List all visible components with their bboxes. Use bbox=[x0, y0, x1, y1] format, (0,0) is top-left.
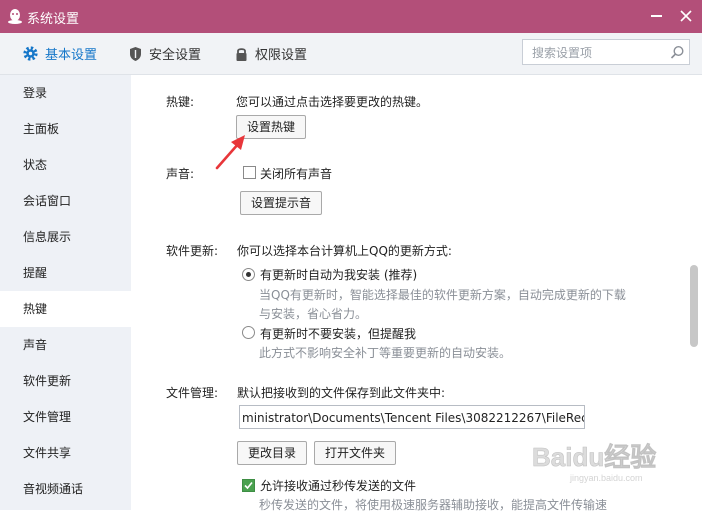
close-button[interactable] bbox=[677, 7, 695, 25]
sound-section-label: 声音: bbox=[166, 167, 195, 181]
auto-update-desc-line2: 与安装，省心省力。 bbox=[259, 307, 368, 321]
sidebar-item-info-display[interactable]: 信息展示 bbox=[0, 219, 131, 255]
sidebar-item-reminders[interactable]: 提醒 bbox=[0, 255, 131, 291]
file-management-description: 默认把接收到的文件保存到此文件夹中: bbox=[237, 386, 446, 400]
sidebar-item-status[interactable]: 状态 bbox=[0, 147, 131, 183]
notify-update-label: 有更新时不要安装，但提醒我 bbox=[260, 327, 417, 341]
mute-all-label: 关闭所有声音 bbox=[260, 167, 333, 181]
change-directory-button[interactable]: 更改目录 bbox=[237, 441, 308, 465]
minimize-button[interactable] bbox=[651, 15, 662, 17]
sidebar-item-sound[interactable]: 声音 bbox=[0, 327, 131, 363]
sidebar-item-software-update[interactable]: 软件更新 bbox=[0, 363, 131, 399]
sidebar-item-label: 文件管理 bbox=[23, 410, 72, 424]
hotkey-section-label: 热键: bbox=[166, 95, 195, 109]
sidebar-item-label: 提醒 bbox=[23, 266, 48, 280]
hotkey-description: 您可以通过点击选择要更改的热键。 bbox=[236, 95, 429, 109]
notify-update-radio[interactable] bbox=[242, 326, 255, 339]
file-management-section-label: 文件管理: bbox=[166, 386, 219, 400]
tab-basic-settings[interactable]: 基本设置 bbox=[22, 33, 97, 74]
tab-label: 基本设置 bbox=[45, 48, 98, 63]
tab-permission-settings[interactable]: 权限设置 bbox=[234, 33, 307, 74]
sidebar-item-main-panel[interactable]: 主面板 bbox=[0, 111, 131, 147]
baidu-jingyan-watermark: Baidu经验 jingyan.baidu.com bbox=[532, 442, 657, 483]
allow-fast-transfer-checkbox[interactable] bbox=[242, 479, 255, 492]
sidebar-item-label: 会话窗口 bbox=[23, 194, 72, 208]
tab-label: 权限设置 bbox=[255, 48, 308, 63]
sidebar-item-label: 主面板 bbox=[23, 122, 60, 136]
settings-tabs-bar: 基本设置 安全设置 权限设置 bbox=[0, 33, 702, 75]
settings-search-box[interactable] bbox=[522, 39, 690, 65]
sidebar-item-label: 信息展示 bbox=[23, 230, 72, 244]
sidebar-item-label: 热键 bbox=[23, 302, 48, 316]
auto-update-desc-line1: 当QQ有更新时，智能选择最佳的软件更新方案，自动完成更新的下载 bbox=[259, 288, 626, 302]
settings-sidebar: 登录 主面板 状态 会话窗口 信息展示 提醒 热键 声音 软件更新 文件管理 文… bbox=[0, 75, 131, 510]
notify-update-desc: 此方式不影响安全补丁等重要更新的自动安装。 bbox=[259, 346, 512, 360]
content-scrollbar[interactable] bbox=[687, 75, 702, 510]
title-bar: 系统设置 bbox=[0, 0, 702, 33]
watermark-text: Baidu经验 bbox=[532, 442, 656, 472]
sidebar-item-av-call[interactable]: 音视频通话 bbox=[0, 471, 131, 507]
download-folder-path-field[interactable] bbox=[239, 405, 585, 429]
mute-all-checkbox[interactable] bbox=[243, 166, 256, 179]
shield-icon bbox=[130, 46, 141, 61]
download-folder-path-input[interactable] bbox=[240, 409, 584, 427]
lock-icon bbox=[236, 47, 247, 61]
sidebar-item-label: 文件共享 bbox=[23, 446, 72, 460]
sidebar-item-chat-window[interactable]: 会话窗口 bbox=[0, 183, 131, 219]
tab-security-settings[interactable]: 安全设置 bbox=[128, 33, 201, 74]
window-title: 系统设置 bbox=[27, 12, 80, 27]
sidebar-item-login[interactable]: 登录 bbox=[0, 75, 131, 111]
watermark-subtext: jingyan.baidu.com bbox=[569, 473, 643, 483]
auto-update-radio[interactable] bbox=[242, 268, 255, 281]
open-folder-button[interactable]: 打开文件夹 bbox=[314, 441, 397, 465]
update-description: 你可以选择本台计算机上QQ的更新方式: bbox=[237, 244, 452, 258]
allow-fast-transfer-desc: 秒传发送的文件，将使用极速服务器辅助接收，能提高文件传输速 bbox=[259, 498, 608, 512]
sidebar-item-hotkeys[interactable]: 热键 bbox=[0, 291, 131, 327]
update-section-label: 软件更新: bbox=[166, 244, 219, 258]
set-notification-sound-button[interactable]: 设置提示音 bbox=[240, 191, 323, 215]
sidebar-item-label: 软件更新 bbox=[23, 374, 72, 388]
sidebar-item-label: 声音 bbox=[23, 338, 48, 352]
allow-fast-transfer-label: 允许接收通过秒传发送的文件 bbox=[260, 479, 417, 493]
sidebar-item-label: 音视频通话 bbox=[23, 482, 84, 496]
qq-penguin-icon bbox=[8, 9, 22, 24]
tab-label: 安全设置 bbox=[149, 48, 202, 63]
sidebar-item-file-management[interactable]: 文件管理 bbox=[0, 399, 131, 435]
gear-icon bbox=[23, 46, 38, 61]
sidebar-item-label: 状态 bbox=[23, 158, 48, 172]
scrollbar-thumb[interactable] bbox=[690, 265, 698, 347]
checkmark-icon bbox=[244, 481, 253, 490]
search-icon[interactable] bbox=[670, 45, 685, 60]
auto-update-label: 有更新时自动为我安装 (推荐) bbox=[260, 268, 418, 282]
sidebar-item-label: 登录 bbox=[23, 86, 48, 100]
sidebar-item-file-sharing[interactable]: 文件共享 bbox=[0, 435, 131, 471]
search-input[interactable] bbox=[530, 44, 669, 62]
